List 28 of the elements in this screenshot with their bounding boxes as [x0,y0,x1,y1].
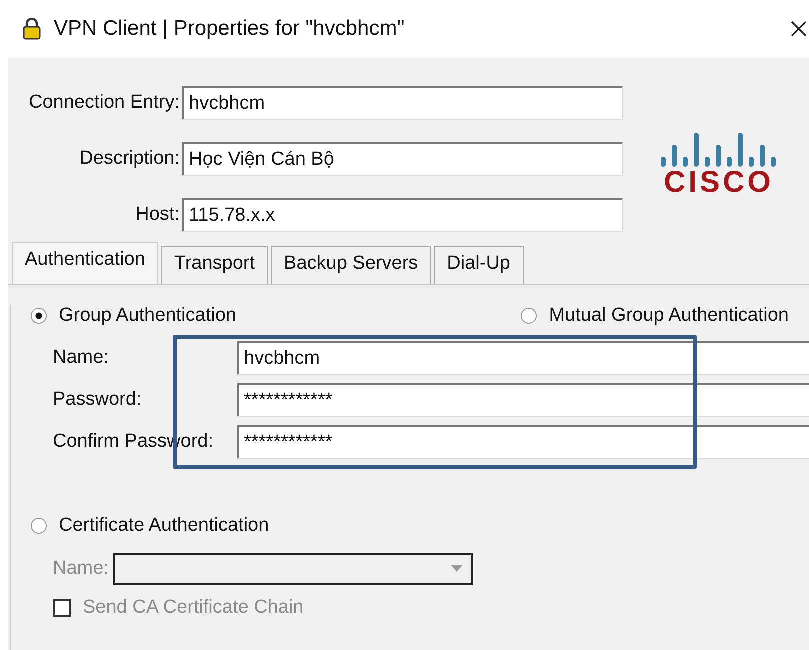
tab[interactable]: Dial-Up [434,246,524,284]
field-label: Connection Entry: [28,92,181,114]
field-label: Host: [134,204,181,226]
radio-button[interactable] [31,308,47,324]
radio-label: Certificate Authentication [59,515,270,537]
dropdown[interactable] [112,553,473,585]
checkbox-label: Send CA Certificate Chain [83,597,304,619]
tab[interactable]: Authentication [12,242,158,284]
tab[interactable]: Backup Servers [271,246,432,284]
radio-label: Group Authentication [59,305,236,327]
input-field[interactable]: ************ [237,383,809,417]
window-title: VPN Client | Properties for "hvcbhcm" [54,17,405,41]
input-field[interactable]: ************ [237,425,809,459]
field-label: Description: [78,148,181,170]
padlock-icon [22,18,42,40]
field-label: Password: [52,389,143,411]
tab[interactable]: Transport [161,246,268,284]
logo: CISCO [659,131,779,201]
field-label: Name: [52,347,110,369]
field-label: Name: [53,558,109,580]
input-field[interactable]: hvcbhcm [237,341,809,375]
close-icon[interactable] [791,21,807,37]
input-field[interactable]: Học Viện Cán Bộ [182,142,623,176]
radio-button[interactable] [31,518,47,534]
radio-button[interactable] [521,308,538,324]
input-field[interactable]: hvcbhcm [182,86,623,120]
input-field[interactable]: 115.78.x.x [182,198,623,232]
radio-label: Mutual Group Authentication [549,305,789,327]
